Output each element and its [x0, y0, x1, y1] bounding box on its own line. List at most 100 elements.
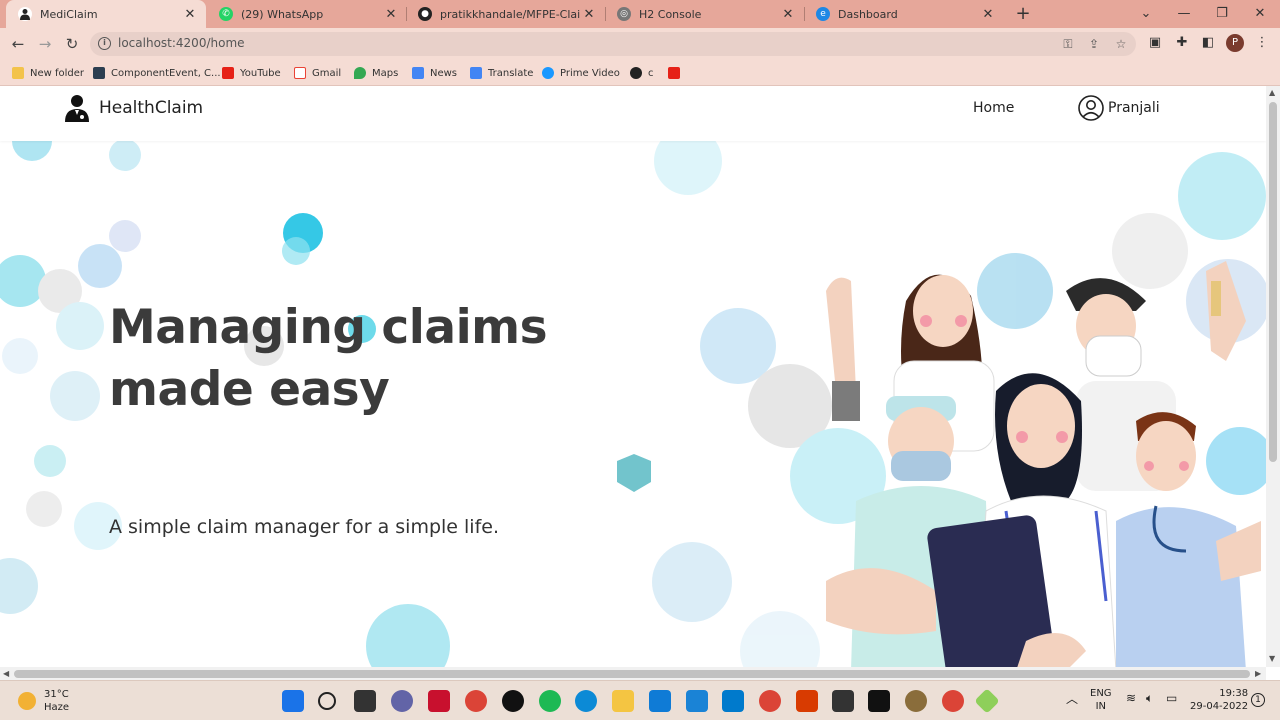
forward-button[interactable]: → [35, 34, 55, 54]
tab-close-icon[interactable]: ✕ [780, 7, 796, 22]
tab-close-icon[interactable]: ✕ [383, 7, 399, 22]
share-icon[interactable]: ⇪ [1086, 36, 1102, 52]
sticky-app-icon[interactable] [832, 690, 854, 712]
profile-avatar[interactable]: P [1226, 34, 1244, 52]
back-button[interactable]: ← [8, 34, 28, 54]
search-icon[interactable] [318, 692, 336, 710]
hero-title: Managing claims made easy [109, 297, 629, 421]
language-indicator[interactable]: ENG IN [1090, 687, 1112, 713]
bookmark-gmail[interactable]: Gmail [294, 64, 341, 82]
wifi-icon[interactable]: ≋ [1126, 692, 1136, 705]
user-menu[interactable]: Pranjali [1078, 95, 1160, 121]
vscode-icon[interactable] [722, 690, 744, 712]
reload-button[interactable]: ↻ [62, 34, 82, 54]
app-navbar: HealthClaim Home Pranjali [0, 86, 1266, 141]
windows-start-icon[interactable] [282, 690, 304, 712]
bookmark-label: YouTube [240, 67, 281, 79]
new-tab-button[interactable]: + [1013, 4, 1033, 24]
tab-dashboard[interactable]: e Dashboard ✕ [804, 0, 1004, 28]
tab-github[interactable]: ● pratikkhandale/MFPE-Claim-Man ✕ [406, 0, 605, 28]
office-icon[interactable] [796, 690, 818, 712]
tab-close-icon[interactable]: ✕ [980, 7, 996, 22]
bookmark-maps[interactable]: Maps [354, 64, 398, 82]
vertical-scrollbar[interactable]: ▲ ▼ [1266, 86, 1280, 667]
extension-icon[interactable]: ▣ [1147, 35, 1163, 51]
clock[interactable]: 19:38 29-04-2022 [1190, 687, 1248, 713]
edge-icon: e [816, 7, 830, 21]
site-info-icon[interactable]: i [98, 37, 111, 50]
extensions-puzzle-icon[interactable]: ✚ [1174, 35, 1190, 51]
doctor-logo-icon [65, 95, 89, 122]
globe-icon: ◎ [617, 7, 631, 21]
bookmark-label: Gmail [312, 67, 342, 79]
tab-mediclaim[interactable]: MediClaim ✕ [6, 0, 206, 28]
horizontal-scrollbar[interactable]: ◀ ▶ [0, 667, 1266, 680]
tab-label: MediClaim [40, 7, 98, 21]
tab-close-icon[interactable]: ✕ [581, 7, 597, 22]
scroll-down-arrow-icon[interactable]: ▼ [1269, 654, 1275, 663]
maps-icon [354, 67, 366, 79]
scroll-up-arrow-icon[interactable]: ▲ [1269, 88, 1275, 97]
nav-home-link[interactable]: Home [973, 100, 1014, 116]
bookmark-news[interactable]: News [412, 64, 457, 82]
bookmark-github[interactable]: c [630, 64, 654, 82]
side-panel-icon[interactable]: ◧ [1200, 35, 1216, 51]
tab-h2-console[interactable]: ◎ H2 Console ✕ [605, 0, 804, 28]
bookmark-label: New folder [30, 67, 85, 79]
medical-staff-illustration [826, 261, 1261, 667]
menu-kebab-icon[interactable]: ⋮ [1254, 35, 1270, 51]
tab-label: (29) WhatsApp [241, 7, 324, 21]
bookmark-componentevent[interactable]: ComponentEvent, C... [93, 64, 221, 82]
bookmark-label: Translate [488, 67, 534, 79]
tab-whatsapp[interactable]: ✆ (29) WhatsApp ✕ [207, 0, 407, 28]
show-hidden-icons-chevron-icon[interactable]: ︿ [1066, 693, 1078, 706]
bookmark-prime-video[interactable]: Prime Video [542, 64, 620, 82]
bookmark-star-icon[interactable]: ☆ [1113, 36, 1129, 52]
chrome-profile-icon[interactable] [759, 690, 781, 712]
app-emblem-icon[interactable] [905, 690, 927, 712]
youtube-icon [222, 67, 234, 79]
close-window-button[interactable]: ✕ [1241, 0, 1279, 28]
teams-chat-icon[interactable] [391, 690, 413, 712]
mail-icon[interactable] [686, 690, 708, 712]
weather-widget[interactable]: 31°C Haze [18, 688, 69, 714]
tab-close-icon[interactable]: ✕ [182, 7, 198, 22]
bookmark-youtube[interactable]: YouTube [222, 64, 281, 82]
mcafee-icon[interactable] [428, 690, 450, 712]
brand-name: HealthClaim [99, 98, 204, 118]
brand[interactable]: HealthClaim [64, 94, 203, 122]
github-icon: ● [418, 7, 432, 21]
scroll-right-arrow-icon[interactable]: ▶ [1255, 669, 1261, 678]
notification-badge[interactable]: 1 [1251, 693, 1265, 707]
url-text[interactable]: localhost:4200/home [118, 36, 245, 50]
mediclaim-favicon-icon [18, 7, 32, 21]
dell-icon[interactable] [502, 690, 524, 712]
user-name: Pranjali [1108, 100, 1160, 116]
hero-title-line-2: made easy [109, 362, 390, 417]
bookmark-new-folder[interactable]: New folder [12, 64, 84, 82]
chrome-icon[interactable] [465, 690, 487, 712]
bookmark-label: Prime Video [560, 67, 620, 79]
dev-tool-icon[interactable] [974, 688, 1000, 714]
task-view-icon[interactable] [354, 690, 376, 712]
store-icon[interactable] [649, 690, 671, 712]
terminal-icon[interactable] [868, 690, 890, 712]
edge-icon[interactable] [575, 690, 597, 712]
address-bar[interactable]: i localhost:4200/home ⚿ ⇪ ☆ [90, 32, 1136, 56]
vertical-scroll-thumb[interactable] [1269, 102, 1277, 462]
windows-taskbar: 31°C Haze ︿ ENG IN ≋ 🔈︎ ▭ 19:38 29-04-20… [0, 680, 1280, 720]
bookmark-youtube-2[interactable] [668, 64, 686, 82]
minimize-button[interactable]: — [1165, 0, 1203, 28]
scroll-left-arrow-icon[interactable]: ◀ [3, 669, 9, 678]
file-explorer-icon[interactable] [612, 690, 634, 712]
battery-icon[interactable]: ▭ [1166, 692, 1177, 705]
tab-search-chevron-icon[interactable]: ⌄ [1127, 0, 1165, 28]
horizontal-scroll-thumb[interactable] [14, 670, 1250, 678]
key-icon[interactable]: ⚿ [1060, 36, 1076, 52]
chrome-profile-2-icon[interactable] [942, 690, 964, 712]
bookmark-translate[interactable]: Translate [470, 64, 533, 82]
tab-label: pratikkhandale/MFPE-Claim-Man [440, 7, 581, 21]
spotify-icon[interactable] [539, 690, 561, 712]
maximize-button[interactable]: ❐ [1203, 0, 1241, 28]
volume-icon[interactable]: 🔈︎ [1146, 692, 1153, 705]
